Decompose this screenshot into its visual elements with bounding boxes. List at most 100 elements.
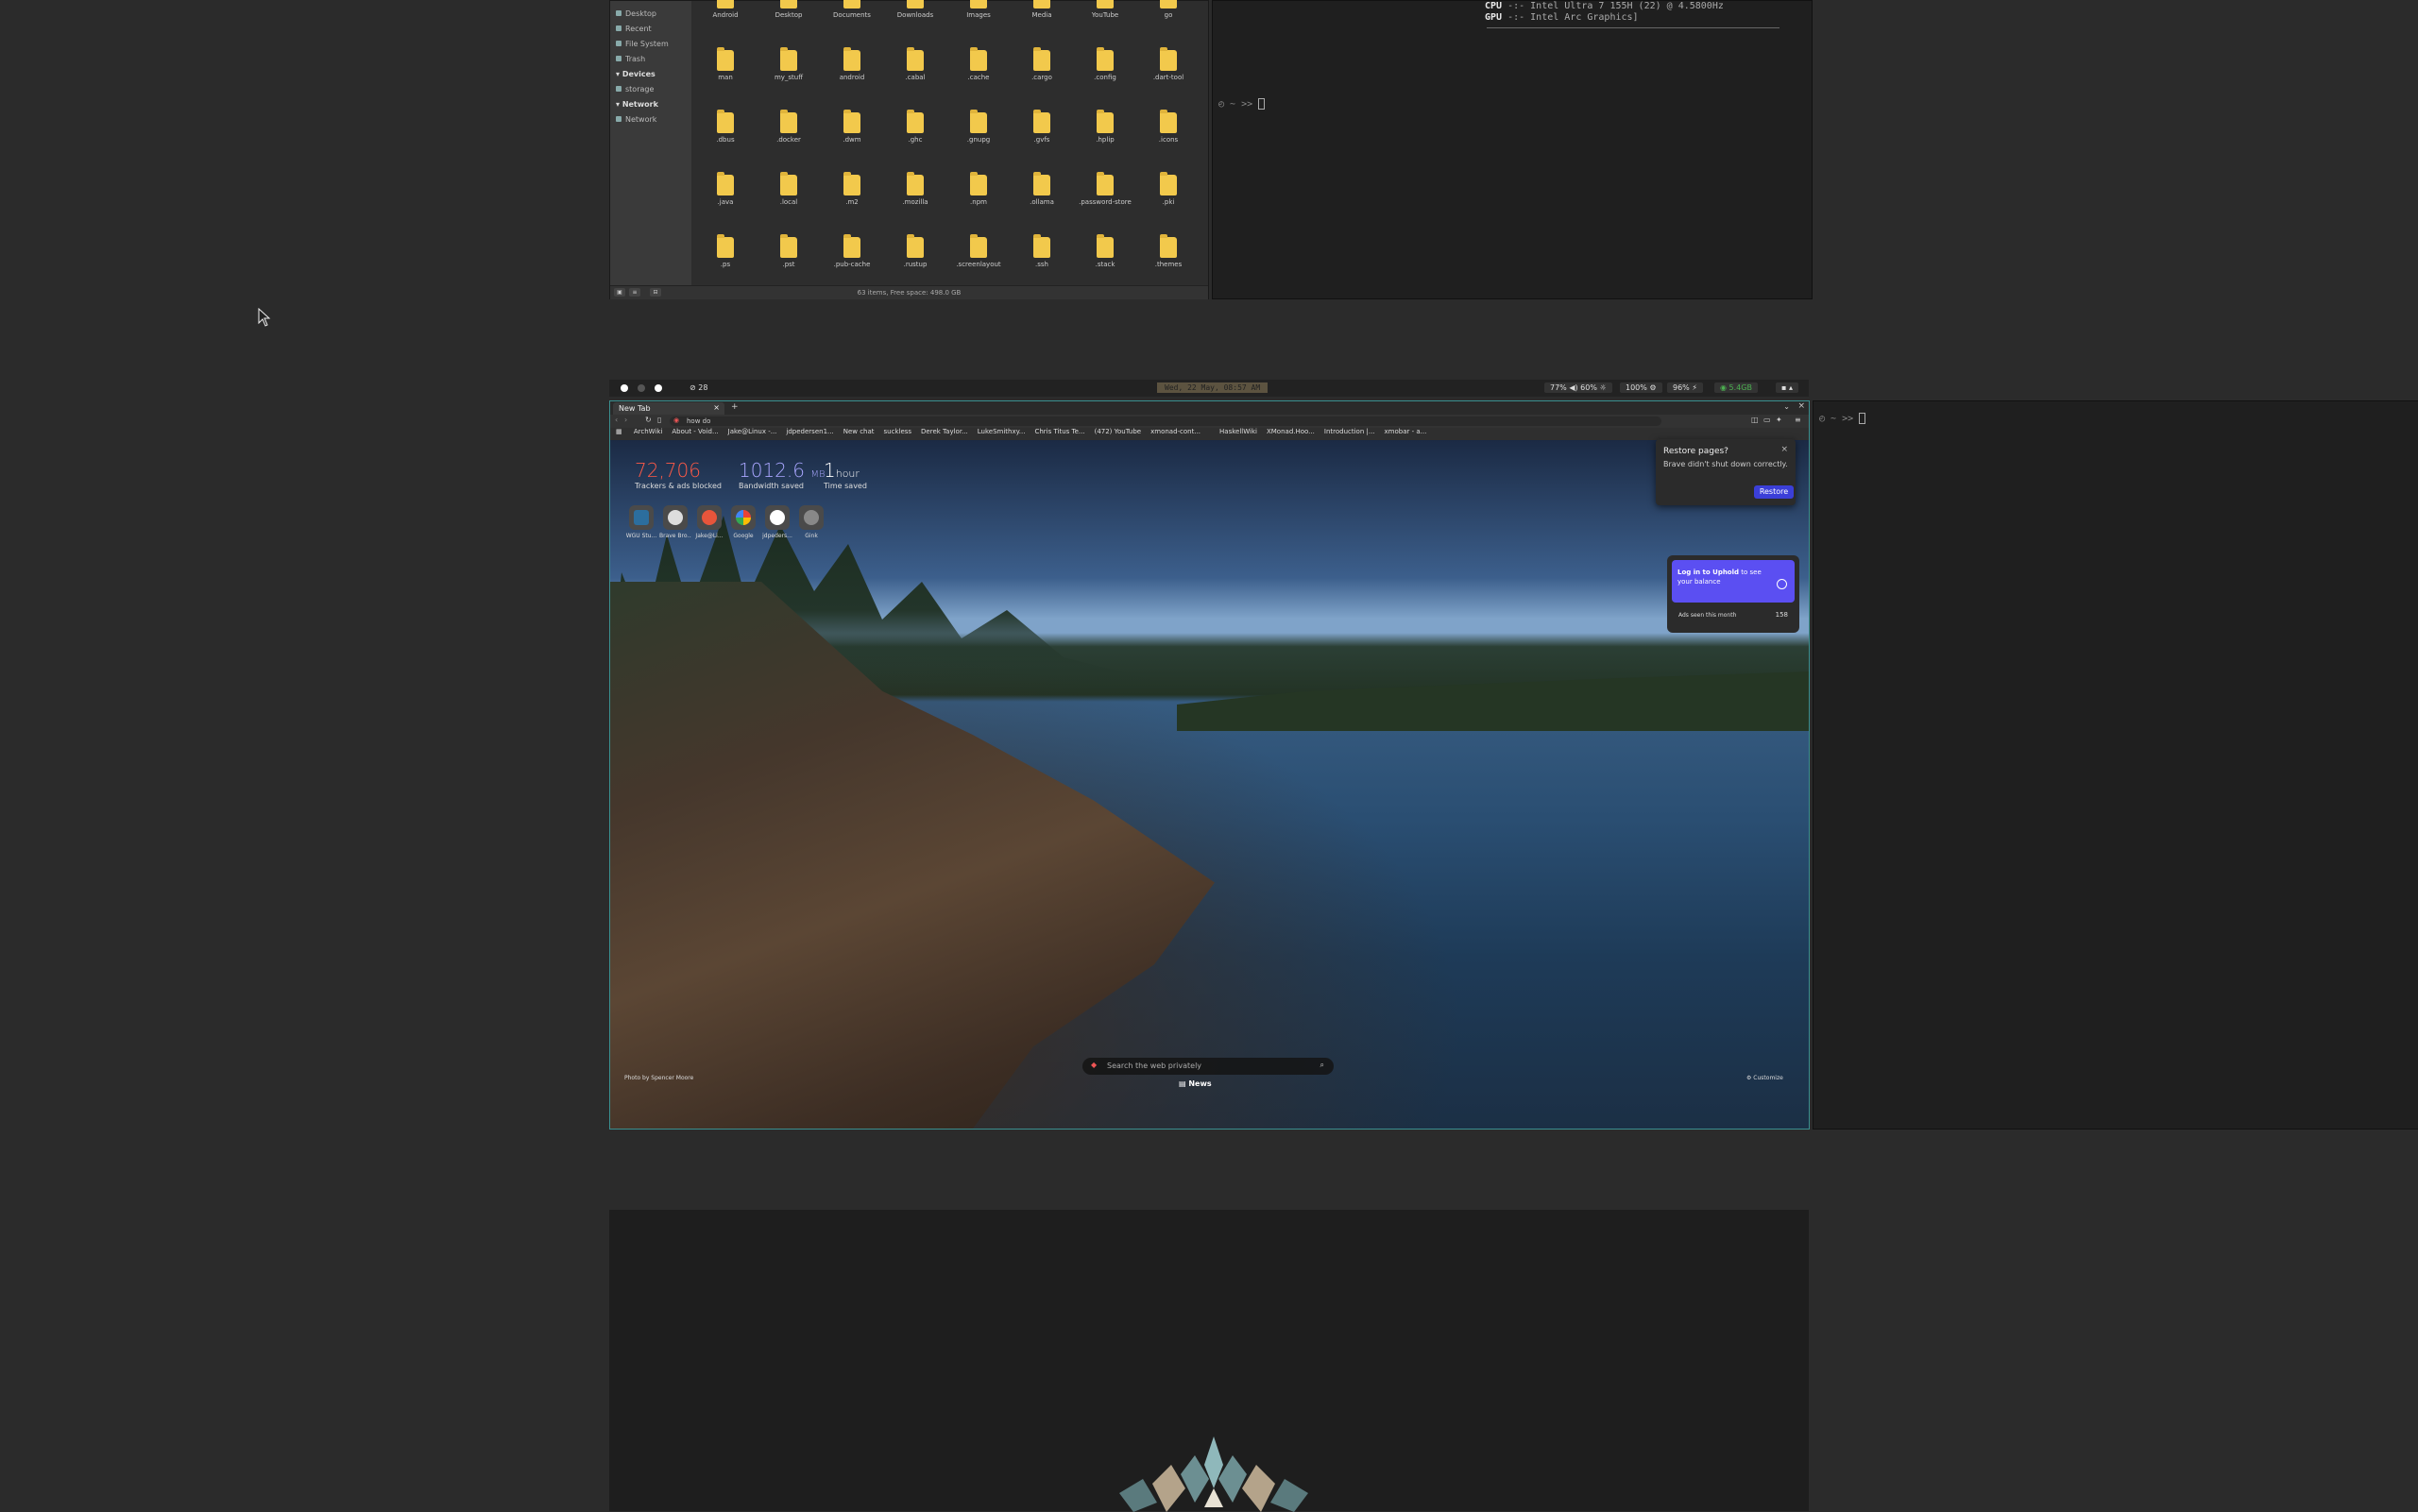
extensions-icon[interactable]: ✦: [1776, 416, 1782, 424]
top-site-jakelinux[interactable]: [697, 505, 722, 530]
folder-item[interactable]: Downloads: [885, 0, 945, 19]
top-site-brave[interactable]: [663, 505, 688, 530]
folder-item[interactable]: .ghc: [885, 110, 945, 144]
folder-item[interactable]: .ssh: [1012, 234, 1072, 268]
folder-item[interactable]: .rustup: [885, 234, 945, 268]
bookmark-item[interactable]: Introduction |...: [1324, 428, 1375, 435]
search-box[interactable]: ◆ Search the web privately ⌕: [1082, 1058, 1334, 1075]
top-site-wgu[interactable]: [629, 505, 654, 530]
search-icon[interactable]: ⌕: [1320, 1061, 1324, 1070]
uphold-login-card[interactable]: Log in to Uphold to see your balance: [1672, 560, 1795, 603]
folder-item[interactable]: Images: [948, 0, 1009, 19]
bookmark-item[interactable]: Chris Titus Te...: [1034, 428, 1084, 435]
folder-item[interactable]: YouTube: [1075, 0, 1135, 19]
folder-item[interactable]: .password-store: [1075, 172, 1135, 206]
bookmark-item[interactable]: HaskellWiki: [1219, 428, 1257, 435]
folder-item[interactable]: man: [695, 47, 756, 81]
folder-item[interactable]: .dart-tool: [1138, 47, 1199, 81]
bookmark-item[interactable]: XMonad.Hoo...: [1267, 428, 1315, 435]
new-tab-button[interactable]: +: [731, 402, 739, 412]
terminal-window-right[interactable]: ◴ ~ >>: [1813, 400, 2418, 1130]
sidebar-item-trash[interactable]: Trash: [616, 55, 645, 63]
folder-item[interactable]: .npm: [948, 172, 1009, 206]
workspace-dot-2[interactable]: [638, 384, 645, 392]
top-site-gink[interactable]: [799, 505, 824, 530]
apps-grid-icon[interactable]: ▦: [616, 428, 622, 435]
folder-item[interactable]: .local: [758, 172, 819, 206]
arrow-circle-icon[interactable]: [1777, 579, 1787, 589]
system-tray[interactable]: ▪ ▴: [1776, 382, 1798, 393]
news-button[interactable]: ▤ News: [1179, 1079, 1212, 1088]
restore-button[interactable]: Restore: [1754, 485, 1794, 499]
bookmark-item[interactable]: jdpedersen1...: [786, 428, 833, 435]
back-icon[interactable]: ‹: [615, 416, 618, 424]
bookmark-item[interactable]: LukeSmithxy...: [978, 428, 1026, 435]
folder-item[interactable]: .config: [1075, 47, 1135, 81]
uphold-link[interactable]: Log in to Uphold: [1677, 569, 1739, 576]
folder-item[interactable]: .pub-cache: [822, 234, 882, 268]
brave-shield-icon[interactable]: ◉: [673, 416, 679, 424]
close-tab-icon[interactable]: ×: [713, 403, 720, 412]
folder-item[interactable]: .mozilla: [885, 172, 945, 206]
forward-icon[interactable]: ›: [624, 416, 627, 424]
sidebar-item-recent[interactable]: Recent: [616, 25, 652, 33]
workspace-dot-3[interactable]: [655, 384, 662, 392]
sidebar-item-file-system[interactable]: File System: [616, 40, 669, 48]
folder-item[interactable]: .gnupg: [948, 110, 1009, 144]
file-manager-window[interactable]: Desktop Recent File System Trash ▾ Devic…: [609, 0, 1209, 299]
folder-item[interactable]: .screenlayout: [948, 234, 1009, 268]
folder-item[interactable]: .docker: [758, 110, 819, 144]
folder-item[interactable]: .ollama: [1012, 172, 1072, 206]
folder-item[interactable]: .ps: [695, 234, 756, 268]
bookmark-item[interactable]: xmonad-cont...: [1150, 428, 1200, 435]
sidebar-item-desktop[interactable]: Desktop: [616, 9, 656, 18]
terminal-window-top[interactable]: CPU -:- Intel Ultra 7 155H (22) @ 4.5800…: [1212, 0, 1813, 299]
brightness-indicator[interactable]: 100% ⚙: [1620, 382, 1662, 393]
top-site-google[interactable]: [731, 505, 756, 530]
folder-item[interactable]: .icons: [1138, 110, 1199, 144]
folder-item[interactable]: .m2: [822, 172, 882, 206]
customize-button[interactable]: ⚙ Customize: [1746, 1075, 1783, 1081]
bookmark-item[interactable]: About - Void...: [672, 428, 718, 435]
bookmark-item[interactable]: ArchWiki: [634, 428, 663, 435]
bookmark-icon[interactable]: ▯: [657, 416, 661, 424]
close-icon[interactable]: ×: [1780, 445, 1788, 454]
workspace-dot-1[interactable]: [621, 384, 628, 392]
close-window-icon[interactable]: ×: [1797, 401, 1805, 411]
bookmark-item[interactable]: Jake@Linux -...: [728, 428, 777, 435]
bookmark-item[interactable]: xmobar - a...: [1385, 428, 1427, 435]
terminal-prompt[interactable]: ◴ ~ >>: [1218, 98, 1266, 110]
tab-new-tab[interactable]: New Tab ×: [613, 402, 724, 415]
bookmark-item[interactable]: Derek Taylor...: [921, 428, 968, 435]
folder-item[interactable]: .cargo: [1012, 47, 1072, 81]
sidebar-item-storage[interactable]: storage: [616, 85, 654, 93]
sidebar-header-devices[interactable]: ▾ Devices: [616, 70, 656, 78]
terminal-prompt[interactable]: ◴ ~ >>: [1819, 413, 1866, 424]
folder-item[interactable]: go: [1138, 0, 1199, 19]
folder-item[interactable]: .themes: [1138, 234, 1199, 268]
wallet-icon[interactable]: ▭: [1763, 416, 1771, 424]
folder-item[interactable]: .gvfs: [1012, 110, 1072, 144]
folder-item[interactable]: .java: [695, 172, 756, 206]
top-site-github[interactable]: [765, 505, 790, 530]
bookmark-item[interactable]: (472) YouTube: [1095, 428, 1142, 435]
browser-window[interactable]: New Tab × + ⌄ × ‹ › ↻ ▯ ◉ how do ◫ ▭ ✦ ≡…: [609, 400, 1810, 1130]
volume-indicator[interactable]: 77% ◀) 60% ☼: [1544, 382, 1612, 393]
folder-item[interactable]: .dwm: [822, 110, 882, 144]
bookmark-item[interactable]: suckless: [884, 428, 912, 435]
tab-list-icon[interactable]: ⌄: [1783, 402, 1790, 411]
sidebar-icon[interactable]: ◫: [1751, 416, 1759, 424]
folder-item[interactable]: .pst: [758, 234, 819, 268]
folder-item[interactable]: .cabal: [885, 47, 945, 81]
folder-item[interactable]: .stack: [1075, 234, 1135, 268]
sidebar-item-network[interactable]: Network: [616, 115, 656, 124]
folder-item[interactable]: .pki: [1138, 172, 1199, 206]
menu-icon[interactable]: ≡: [1795, 416, 1801, 424]
folder-item[interactable]: Android: [695, 0, 756, 19]
bookmark-item[interactable]: New chat: [843, 428, 875, 435]
folder-item[interactable]: Desktop: [758, 0, 819, 19]
sidebar-header-network[interactable]: ▾ Network: [616, 100, 658, 109]
address-bar[interactable]: ◉ how do: [670, 416, 1661, 426]
folder-item[interactable]: .cache: [948, 47, 1009, 81]
folder-item[interactable]: Documents: [822, 0, 882, 19]
